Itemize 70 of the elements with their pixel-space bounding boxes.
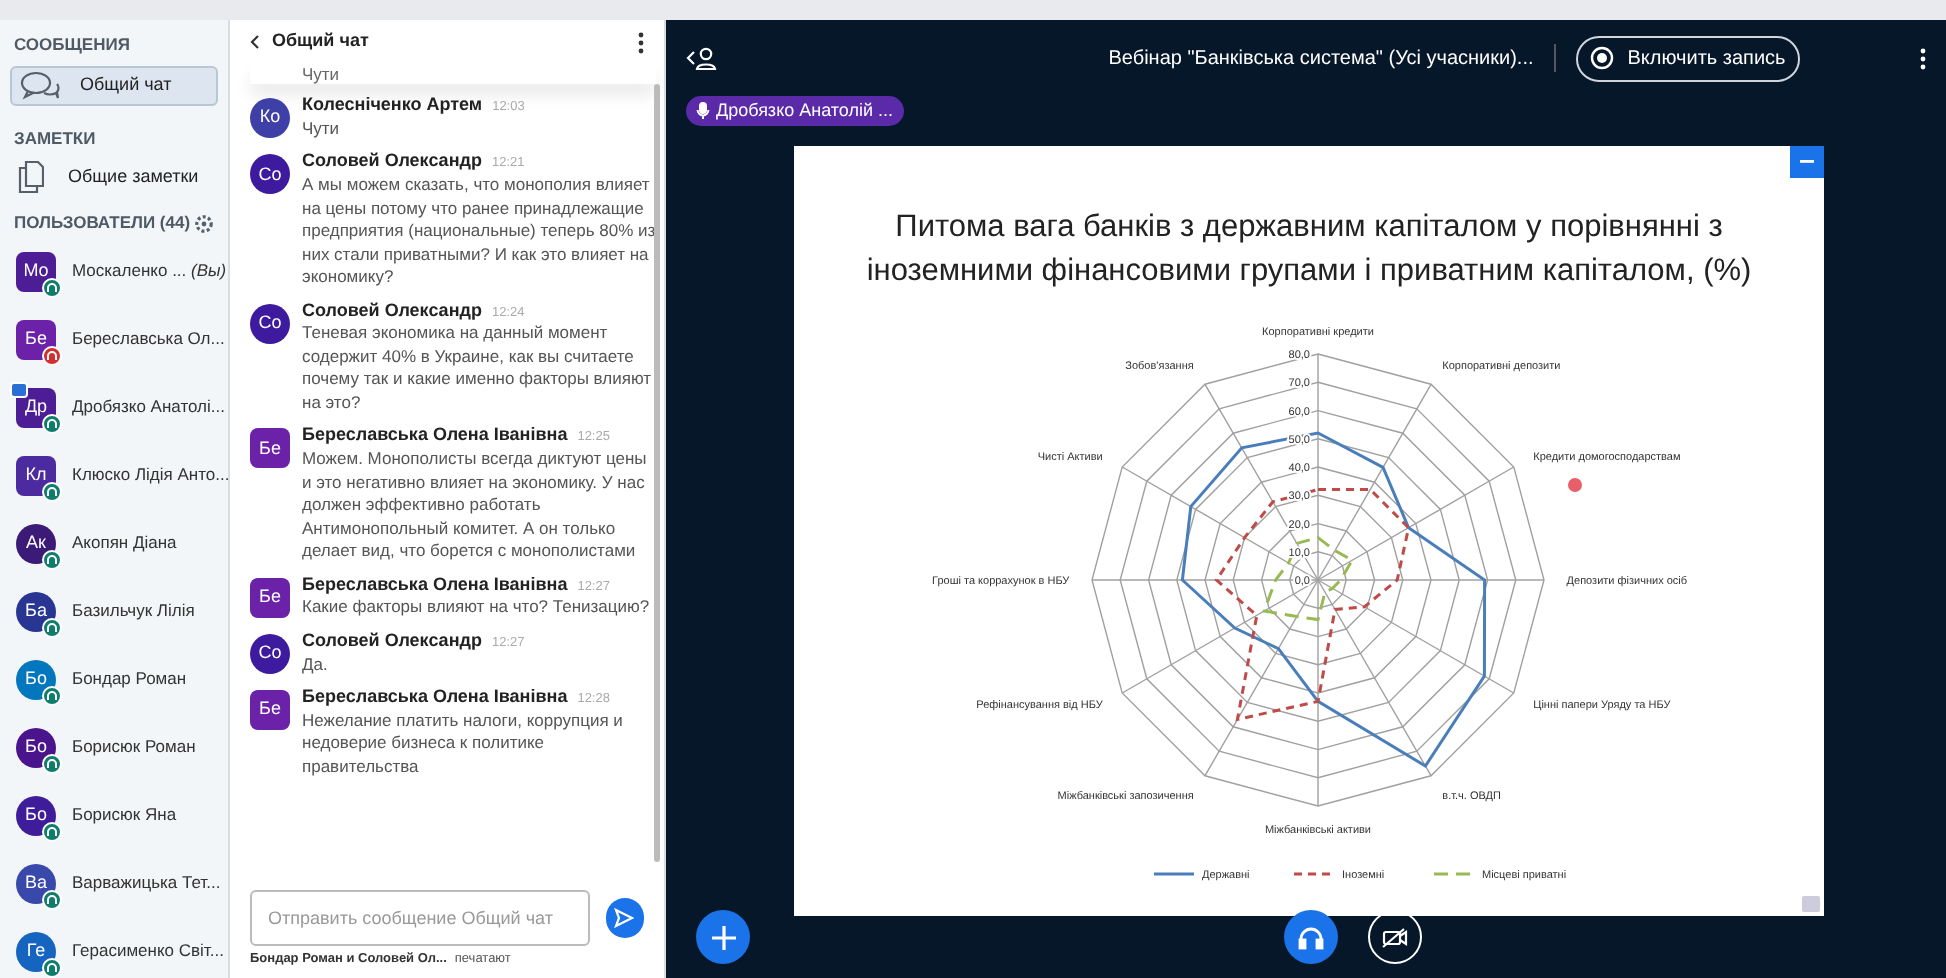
message-text: Нежелание платить налоги, коррупция и недоверие бизнеса к политике правительства [302, 709, 625, 779]
message-text: Теневая экономика на данный момент содержит 40% в Украине, как вы считаете почему так и какие именно факторы влияют на это? [302, 322, 654, 415]
user-avatar: Ак [16, 523, 56, 563]
message-text: А мы можем сказать, что монополия влияет на цены потому что ранее принадлежащие предприятия (национальные) теперь 80% из них стали приватными? И как это влияет на экономику? [302, 174, 656, 289]
author-name: Соловей Олександр [302, 629, 482, 652]
user-avatar: Бо [16, 727, 56, 767]
user-name[interactable]: Береславська Ол... [72, 326, 225, 352]
message-text: Можем. Монополисты всегда диктуют цены и это негативно влияет на экономику. У нас должен эффективно работать Антимонопольный комитет. А он только делает вид, что борется с монополистами [302, 448, 649, 563]
user-avatar: Ва [16, 863, 56, 903]
author-name: Береславська Олена Іванівна [302, 686, 568, 708]
send-button[interactable] [605, 898, 644, 938]
user-name[interactable]: Борисюк Роман [72, 734, 196, 760]
user-avatar: Со [250, 303, 290, 343]
camera-off-icon [1382, 927, 1408, 947]
user-avatar: Бе [250, 428, 290, 469]
author-name: Береславська Олена Іванівна [302, 573, 568, 595]
user-name[interactable]: Варважицька Тет... [72, 870, 221, 896]
user-name[interactable]: Клюско Лідія Анто... [72, 462, 228, 488]
add-button[interactable] [696, 910, 750, 964]
user-name[interactable]: Герасименко Світ... [72, 938, 224, 964]
record-icon [1589, 46, 1614, 70]
record-button[interactable]: Включить запись [1575, 35, 1800, 81]
message-text: Чути [302, 117, 342, 141]
chat-item[interactable]: Общий чат [10, 65, 218, 106]
user-name[interactable]: Бондар Роман [72, 666, 187, 692]
author-name: Береславська Олена Іванівна [302, 424, 568, 447]
plus-icon [711, 925, 735, 949]
document-icon [18, 159, 44, 194]
message-text: Да. [302, 653, 330, 676]
section-heading: ПОЛЬЗОВАТЕЛИ (44) [14, 210, 191, 236]
chevron-left-icon [250, 34, 260, 50]
user-avatar: Ба [16, 591, 56, 631]
user-avatar: Ко [250, 98, 290, 138]
headphones-icon [1298, 925, 1324, 949]
settings-icon [194, 213, 214, 234]
headphones-button[interactable] [1284, 910, 1338, 964]
user-name[interactable]: Борисюк Яна [72, 802, 177, 828]
user-name[interactable]: Акопян Діана [72, 530, 177, 556]
user-avatar: Со [250, 154, 290, 195]
notes-item[interactable]: Общие заметки [10, 158, 218, 195]
user-avatar: Бо [16, 795, 56, 835]
minimize-button[interactable] [1790, 146, 1824, 178]
minus-icon [1800, 160, 1814, 164]
more-options-icon [638, 31, 644, 53]
meeting-title: Вебінар "Банківська система" (Усі учасники)... [1108, 45, 1534, 73]
author-name: Соловей Олександр [302, 299, 482, 321]
microphone-icon [696, 102, 710, 120]
user-list-icon [686, 46, 718, 70]
camera-off-button[interactable] [1368, 910, 1422, 964]
back-button[interactable]: Общий чат [250, 28, 369, 56]
user-avatar: Бе [250, 577, 290, 617]
user-name[interactable]: Дробязко Анатолі... [72, 394, 225, 420]
more-options-icon [1920, 47, 1926, 69]
user-avatar: Бе [250, 690, 290, 730]
user-avatar: Бо [16, 659, 56, 699]
user-name[interactable]: Москаленко ... (Вы) [72, 258, 227, 284]
user-name[interactable]: Базильчук Лілія [72, 598, 195, 624]
message-input[interactable]: Отправить сообщение Общий чат [250, 890, 590, 946]
section-heading: ЗАМЕТКИ [12, 125, 98, 152]
slide-title: Питома вага банків з державним капіталом у порівнянні з іноземними фінансовими групами і приватним капіталом, (%) [864, 208, 1754, 292]
section-heading: СООБЩЕНИЯ [12, 32, 132, 58]
user-avatar: Со [250, 633, 290, 674]
send-icon [614, 908, 635, 928]
author-name: Колесніченко Артем [302, 94, 483, 116]
author-name: Соловей Олександр [302, 150, 482, 173]
message-text: Чути [250, 64, 656, 84]
presenter-label: Дробязко Анатолій ... [686, 96, 903, 126]
chat-bubbles-icon [20, 69, 60, 102]
message-text: Какие факторы влияют на что? Тенизацию? [302, 596, 650, 620]
user-avatar: Ге [16, 931, 56, 971]
